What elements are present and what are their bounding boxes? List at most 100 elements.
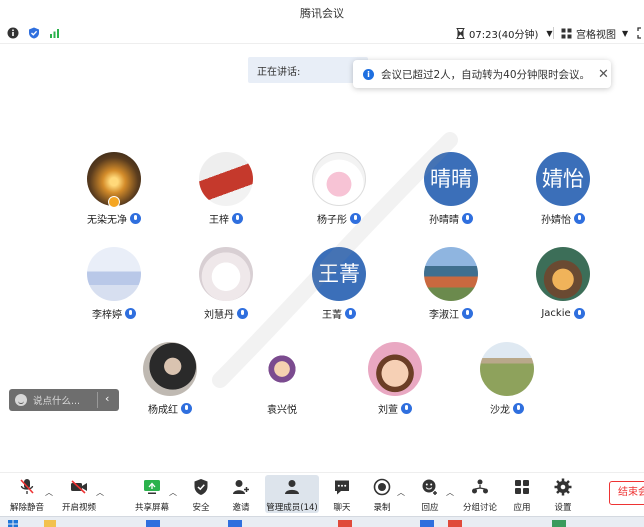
- info-icon: i: [363, 68, 374, 80]
- apps-button[interactable]: 应用: [509, 475, 535, 513]
- avatar: 王菁: [312, 247, 366, 301]
- windows-start-icon[interactable]: [8, 520, 18, 527]
- participant-tile[interactable]: 王菁 王菁: [283, 247, 395, 321]
- participant-name: 袁兴悦: [267, 405, 297, 416]
- grid-icon: [561, 28, 572, 38]
- taskbar-app-icon[interactable]: [552, 520, 566, 527]
- fullscreen-icon[interactable]: [637, 27, 644, 39]
- avatar: [312, 152, 366, 206]
- unmute-button[interactable]: 解除静音: [8, 475, 46, 513]
- participant-tile[interactable]: 王梓: [170, 152, 282, 226]
- taskbar-app-icon[interactable]: [146, 520, 160, 527]
- participant-name: 李淑江: [429, 310, 459, 321]
- avatar: [199, 152, 253, 206]
- timer-text: 07:23(40分钟): [469, 29, 539, 41]
- record-label: 录制: [373, 503, 391, 513]
- mic-icon: [181, 403, 192, 414]
- os-taskbar: [0, 516, 644, 527]
- status-bar: 07:23(40分钟) ▼ 宫格视图 ▼: [0, 22, 644, 44]
- video-label: 开启视频: [61, 503, 96, 513]
- meeting-timer[interactable]: 07:23(40分钟) ▼: [456, 26, 553, 41]
- taskbar-app-icon[interactable]: [448, 520, 462, 527]
- reaction-icon: [422, 479, 437, 495]
- participant-tile[interactable]: 李梓婷: [58, 247, 170, 321]
- breakout-label: 分组讨论: [462, 503, 497, 513]
- participant-tile[interactable]: 刘萱: [339, 342, 451, 416]
- divider: [97, 392, 98, 408]
- time-limit-toast: i 会议已超过2人，自动转为40分钟限时会议。 ✕: [353, 60, 611, 88]
- record-button[interactable]: 录制: [369, 475, 395, 513]
- mic-icon: [345, 308, 356, 319]
- participant-tile[interactable]: 李淑江: [395, 247, 507, 321]
- title-bar: 腾讯会议: [0, 0, 644, 22]
- chat-placeholder: 说点什么...: [33, 396, 81, 407]
- invite-button[interactable]: 邀请: [227, 475, 255, 513]
- avatar: [143, 342, 197, 396]
- share-label: 共享屏幕: [134, 503, 169, 513]
- avatar: [255, 342, 309, 396]
- chevron-up-icon[interactable]: ︿: [45, 487, 53, 498]
- chevron-up-icon[interactable]: ︿: [96, 487, 104, 498]
- participant-name: 杨成红: [148, 405, 178, 416]
- participant-name: 刘萱: [378, 405, 398, 416]
- participant-tile[interactable]: 无染无净: [58, 152, 170, 226]
- view-switch[interactable]: 宫格视图 ▼: [561, 26, 628, 41]
- speaking-label: 正在讲话:: [257, 67, 301, 78]
- participant-name: 杨子彤: [317, 215, 347, 226]
- shield-icon[interactable]: [28, 27, 40, 39]
- participant-name: 王梓: [209, 215, 229, 226]
- folder-icon[interactable]: [44, 520, 56, 527]
- close-icon[interactable]: ✕: [598, 67, 609, 82]
- chevron-up-icon[interactable]: ︿: [169, 487, 177, 498]
- participant-tile[interactable]: 袁兴悦: [226, 342, 338, 416]
- participant-name: 刘慧丹: [204, 310, 234, 321]
- avatar: [480, 342, 534, 396]
- chat-button[interactable]: 聊天: [329, 475, 355, 513]
- share-screen-button[interactable]: 共享屏幕: [134, 475, 170, 513]
- video-button[interactable]: 开启视频: [60, 475, 98, 513]
- chat-label: 聊天: [333, 503, 351, 513]
- mic-icon: [574, 213, 585, 224]
- participant-tile[interactable]: 杨子彤: [283, 152, 395, 226]
- taskbar-app-icon[interactable]: [228, 520, 242, 527]
- participant-tile[interactable]: 晴晴 孙晴晴: [395, 152, 507, 226]
- settings-button[interactable]: 设置: [550, 475, 576, 513]
- participant-tile[interactable]: 沙龙: [451, 342, 563, 416]
- reaction-button[interactable]: 回应: [416, 475, 444, 513]
- emoji-icon[interactable]: [15, 394, 27, 406]
- chevron-up-icon[interactable]: ︿: [397, 487, 405, 498]
- bottom-toolbar: 解除静音 ︿ 开启视频 ︿ 共享屏幕 ︿ 安全 邀请 管理成员(14) 聊天 录…: [0, 472, 644, 516]
- speaking-indicator: 正在讲话:: [248, 57, 368, 83]
- breakout-button[interactable]: 分组讨论: [461, 475, 499, 513]
- mic-icon: [462, 308, 473, 319]
- participant-tile[interactable]: Jackie: [507, 247, 619, 320]
- mic-icon: [125, 308, 136, 319]
- taskbar-app-icon[interactable]: [420, 520, 434, 527]
- security-label: 安全: [192, 503, 210, 513]
- view-label: 宫格视图: [576, 29, 616, 41]
- chevron-left-icon[interactable]: ‹: [105, 392, 109, 405]
- signal-icon[interactable]: [49, 27, 61, 39]
- chat-input[interactable]: 说点什么... ‹: [9, 389, 119, 411]
- chevron-up-icon[interactable]: ︿: [446, 487, 454, 498]
- participant-tile[interactable]: 杨成红: [114, 342, 226, 416]
- participant-tile[interactable]: 刘慧丹: [170, 247, 282, 321]
- mic-icon: [130, 213, 141, 224]
- info-icon[interactable]: [7, 27, 19, 39]
- end-meeting-button[interactable]: 结束会议: [609, 481, 644, 505]
- mic-muted-icon: [20, 479, 34, 494]
- security-button[interactable]: 安全: [187, 475, 215, 513]
- members-label: 管理成员(14): [266, 503, 318, 513]
- participant-tile[interactable]: 婧怡 孙婧怡: [507, 152, 619, 226]
- chat-icon: [335, 480, 349, 494]
- add-user-icon: [233, 480, 249, 494]
- manage-members-button[interactable]: 管理成员(14): [265, 475, 319, 513]
- participant-name: Jackie: [541, 308, 571, 319]
- participant-name: 沙龙: [490, 405, 510, 416]
- reaction-label: 回应: [421, 503, 439, 513]
- taskbar-app-icon[interactable]: [338, 520, 352, 527]
- avatar: [424, 247, 478, 301]
- participant-name: 王菁: [322, 310, 342, 321]
- mic-icon: [573, 308, 585, 319]
- unmute-label: 解除静音: [9, 503, 44, 513]
